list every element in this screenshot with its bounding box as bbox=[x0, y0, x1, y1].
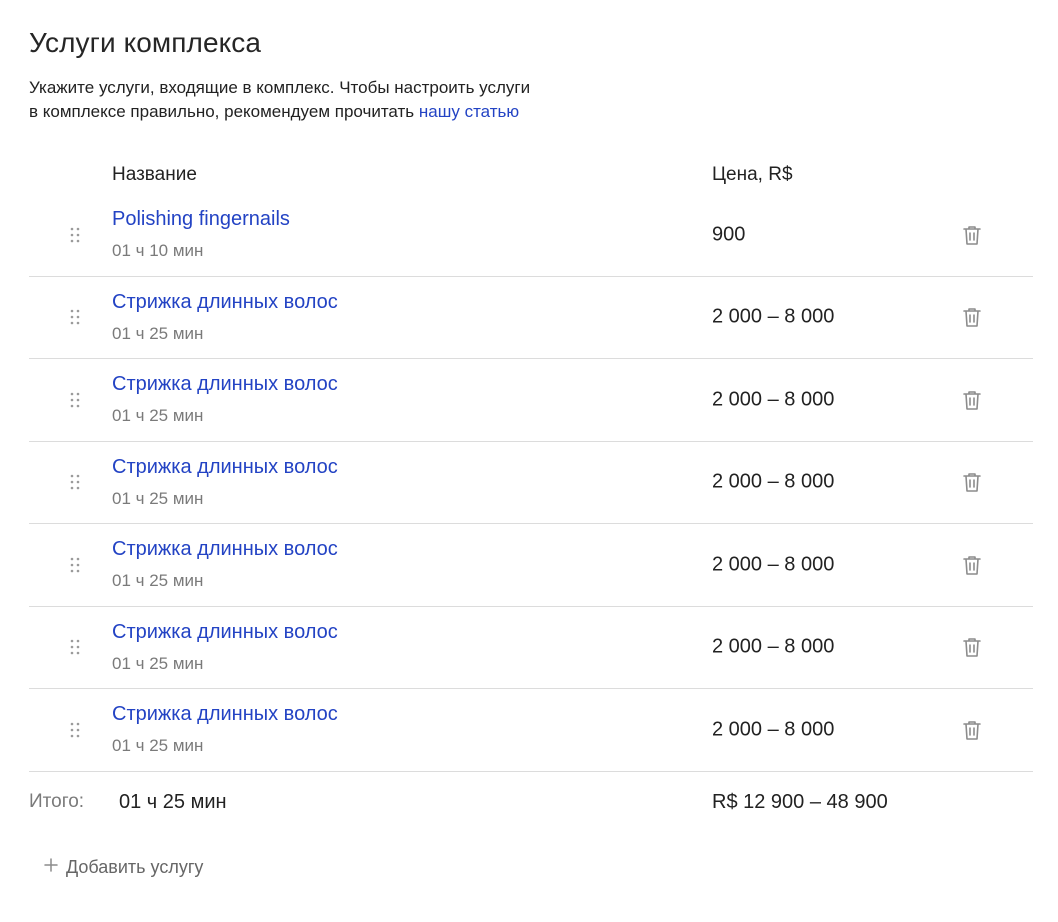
service-bundle-page: Услуги комплекса Укажите услуги, входящи… bbox=[0, 0, 1058, 922]
service-duration: 01 ч 25 мин bbox=[112, 571, 204, 590]
total-label: Итого: bbox=[29, 791, 85, 812]
table-row: Стрижка длинных волос 01 ч 25 мин 2 000 … bbox=[29, 689, 1033, 772]
drag-handle-icon[interactable] bbox=[70, 309, 80, 325]
trash-icon[interactable] bbox=[962, 224, 982, 246]
table-row: Стрижка длинных волос 01 ч 25 мин 2 000 … bbox=[29, 359, 1033, 442]
trash-icon[interactable] bbox=[962, 554, 982, 576]
column-header-price: Цена, R$ bbox=[712, 164, 793, 185]
service-duration: 01 ч 25 мин bbox=[112, 323, 204, 343]
table-row: Polishing fingernails 01 ч 10 мин 900 bbox=[29, 194, 1033, 277]
trash-icon[interactable] bbox=[962, 306, 982, 328]
table-row: Стрижка длинных волос 01 ч 25 мин 2 000 … bbox=[29, 442, 1033, 524]
service-name-link[interactable]: Стрижка длинных волос bbox=[112, 373, 338, 396]
trash-icon[interactable] bbox=[962, 471, 982, 493]
drag-handle-icon[interactable] bbox=[70, 639, 80, 655]
drag-handle-icon[interactable] bbox=[70, 722, 80, 738]
drag-handle-icon[interactable] bbox=[70, 227, 80, 243]
table-row: Стрижка длинных волос 01 ч 25 мин 2 000 … bbox=[29, 277, 1033, 359]
drag-handle-icon[interactable] bbox=[70, 392, 80, 408]
service-price: 2 000 – 8 000 bbox=[712, 470, 835, 493]
add-service-label: Добавить услугу bbox=[66, 856, 204, 877]
drag-handle-icon[interactable] bbox=[70, 557, 80, 573]
service-name-link[interactable]: Стрижка длинных волос bbox=[112, 703, 338, 726]
add-service-button[interactable]: Добавить услугу bbox=[44, 855, 203, 879]
trash-icon[interactable] bbox=[962, 389, 982, 411]
service-name-link[interactable]: Стрижка длинных волос bbox=[112, 538, 338, 561]
trash-icon[interactable] bbox=[962, 719, 982, 741]
service-price: 900 bbox=[712, 223, 746, 246]
service-name-link[interactable]: Стрижка длинных волос bbox=[112, 291, 338, 314]
total-price: R$ 12 900 – 48 900 bbox=[712, 791, 888, 813]
service-duration: 01 ч 25 мин bbox=[112, 653, 204, 673]
service-price: 2 000 – 8 000 bbox=[712, 718, 835, 741]
page-title: Услуги комплекса bbox=[29, 27, 262, 58]
article-link[interactable]: нашу статью bbox=[419, 102, 519, 121]
description-line-2: в комплексе правильно, рекомендуем прочи… bbox=[29, 102, 419, 121]
services-table: Polishing fingernails 01 ч 10 мин 900 Ст… bbox=[29, 194, 1033, 772]
description-line-1: Укажите услуги, входящие в комплекс. Что… bbox=[29, 78, 531, 97]
trash-icon[interactable] bbox=[962, 636, 982, 658]
total-duration: 01 ч 25 мин bbox=[119, 791, 227, 813]
service-name-link[interactable]: Стрижка длинных волос bbox=[112, 621, 338, 644]
total-row: Итого: 01 ч 25 мин R$ 12 900 – 48 900 bbox=[29, 791, 1033, 819]
table-row: Стрижка длинных волос 01 ч 25 мин 2 000 … bbox=[29, 524, 1033, 607]
service-duration: 01 ч 25 мин bbox=[112, 406, 204, 425]
page-description: Укажите услуги, входящие в комплекс. Что… bbox=[29, 76, 669, 124]
column-header-name: Название bbox=[112, 164, 197, 185]
service-price: 2 000 – 8 000 bbox=[712, 305, 835, 328]
service-duration: 01 ч 10 мин bbox=[112, 241, 204, 260]
service-name-link[interactable]: Стрижка длинных волос bbox=[112, 456, 338, 479]
service-price: 2 000 – 8 000 bbox=[712, 388, 835, 411]
service-duration: 01 ч 25 мин bbox=[112, 488, 204, 508]
service-price: 2 000 – 8 000 bbox=[712, 553, 835, 576]
drag-handle-icon[interactable] bbox=[70, 474, 80, 490]
service-duration: 01 ч 25 мин bbox=[112, 736, 204, 755]
service-name-link[interactable]: Polishing fingernails bbox=[112, 208, 290, 231]
table-row: Стрижка длинных волос 01 ч 25 мин 2 000 … bbox=[29, 607, 1033, 689]
plus-icon bbox=[44, 857, 58, 877]
service-price: 2 000 – 8 000 bbox=[712, 635, 835, 658]
